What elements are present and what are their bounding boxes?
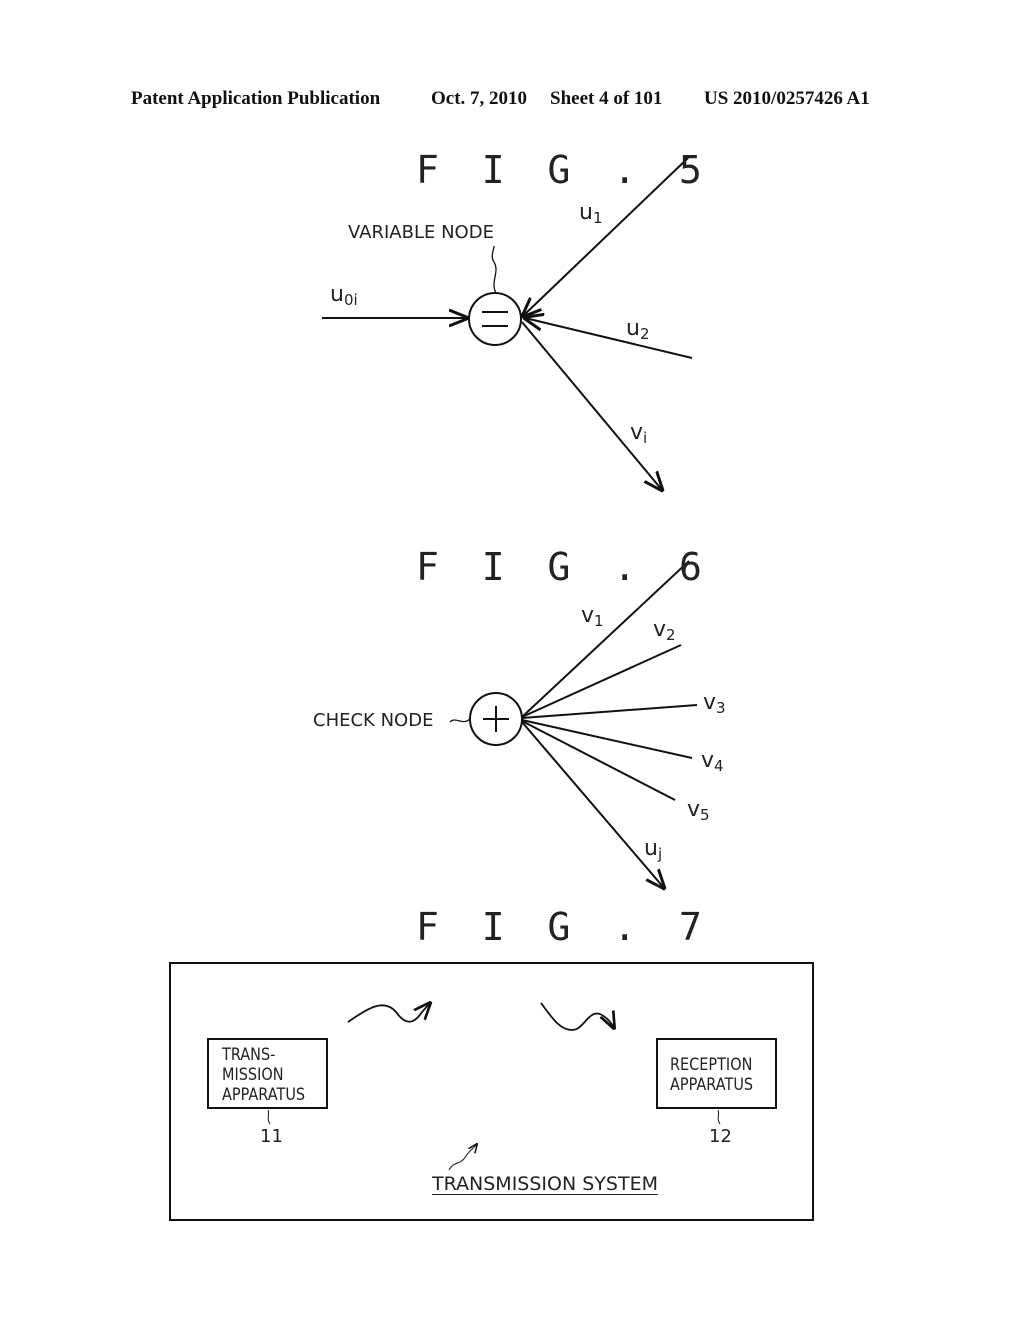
transmitter-label: TRANS- MISSION APPARATUS: [222, 1045, 305, 1105]
edge-u2: [525, 318, 693, 359]
transmitter-ref-number: 11: [260, 1126, 283, 1147]
drawing-canvas: [169, 157, 814, 1221]
transmitter-leader: [267, 1109, 271, 1125]
transmitter-label-line: TRANS-: [222, 1045, 276, 1065]
fig7-title: F I G . 7: [416, 905, 712, 949]
receiver-label-line: APPARATUS: [670, 1075, 754, 1095]
variable-node-circle: [468, 292, 522, 346]
edge-v2: [521, 644, 682, 718]
label-v4: v4: [701, 748, 724, 775]
variable-node-label: VARIABLE NODE: [348, 222, 494, 243]
receiver-label: RECEPTION APPARATUS: [670, 1055, 753, 1095]
label-uj: uj: [644, 836, 663, 863]
fig6-title: F I G . 6: [416, 545, 712, 589]
label-vi: vi: [630, 420, 648, 447]
edge-vi: [521, 321, 662, 490]
label-v3: v3: [703, 690, 726, 717]
label-u1: u1: [579, 200, 603, 227]
transmitter-label-line: MISSION: [222, 1065, 284, 1085]
check-node-label: CHECK NODE: [313, 710, 434, 731]
transmit-wave-arrow: [347, 1003, 430, 1023]
receiver-ref-number: 12: [709, 1126, 732, 1147]
label-v5: v5: [687, 797, 710, 824]
system-label: TRANSMISSION SYSTEM: [432, 1173, 658, 1195]
variable-node-leader: [491, 245, 497, 294]
edge-v5: [521, 720, 676, 801]
fig5-title: F I G . 5: [416, 148, 712, 192]
label-u2: u2: [626, 316, 650, 343]
edge-v3: [521, 704, 698, 719]
system-leader-arrow: [448, 1144, 477, 1171]
receiver-label-line: RECEPTION: [670, 1055, 753, 1075]
label-v1: v1: [581, 603, 604, 630]
label-v2: v2: [653, 617, 676, 644]
label-u0i: u0i: [330, 282, 358, 309]
check-node-leader: [449, 718, 471, 723]
transmitter-label-line: APPARATUS: [222, 1085, 306, 1105]
receive-wave-arrow: [540, 1002, 614, 1030]
receiver-leader: [717, 1109, 721, 1125]
